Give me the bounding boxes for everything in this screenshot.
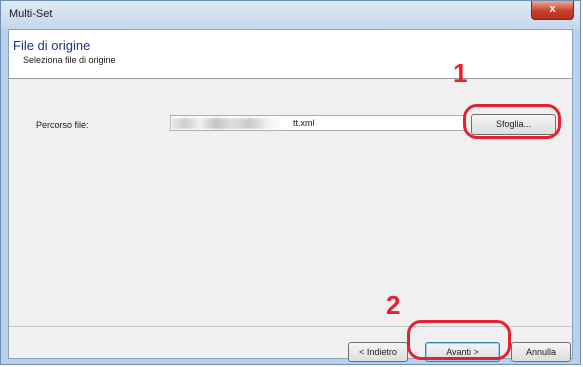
close-icon: x bbox=[549, 3, 556, 15]
window-title: Multi-Set bbox=[9, 8, 53, 20]
file-path-label: Percorso file: bbox=[36, 120, 89, 130]
wizard-header: File di origine Seleziona file di origin… bbox=[9, 30, 572, 79]
redacted-path bbox=[171, 118, 283, 129]
step-1-highlight bbox=[463, 104, 561, 139]
dialog-body: File di origine Seleziona file di origin… bbox=[8, 29, 573, 359]
cancel-button[interactable]: Annulla bbox=[511, 342, 571, 362]
page-subtitle: Seleziona file di origine bbox=[23, 55, 116, 65]
step-2-highlight bbox=[407, 320, 511, 360]
dialog-window: Multi-Set x File di origine Seleziona fi… bbox=[0, 0, 581, 365]
step-1-number: 1 bbox=[453, 58, 468, 88]
back-button[interactable]: < Indietro bbox=[348, 342, 408, 362]
title-bar[interactable]: Multi-Set x bbox=[1, 1, 580, 29]
close-button[interactable]: x bbox=[531, 1, 574, 20]
step-2-number: 2 bbox=[386, 290, 401, 320]
page-title: File di origine bbox=[13, 38, 91, 53]
